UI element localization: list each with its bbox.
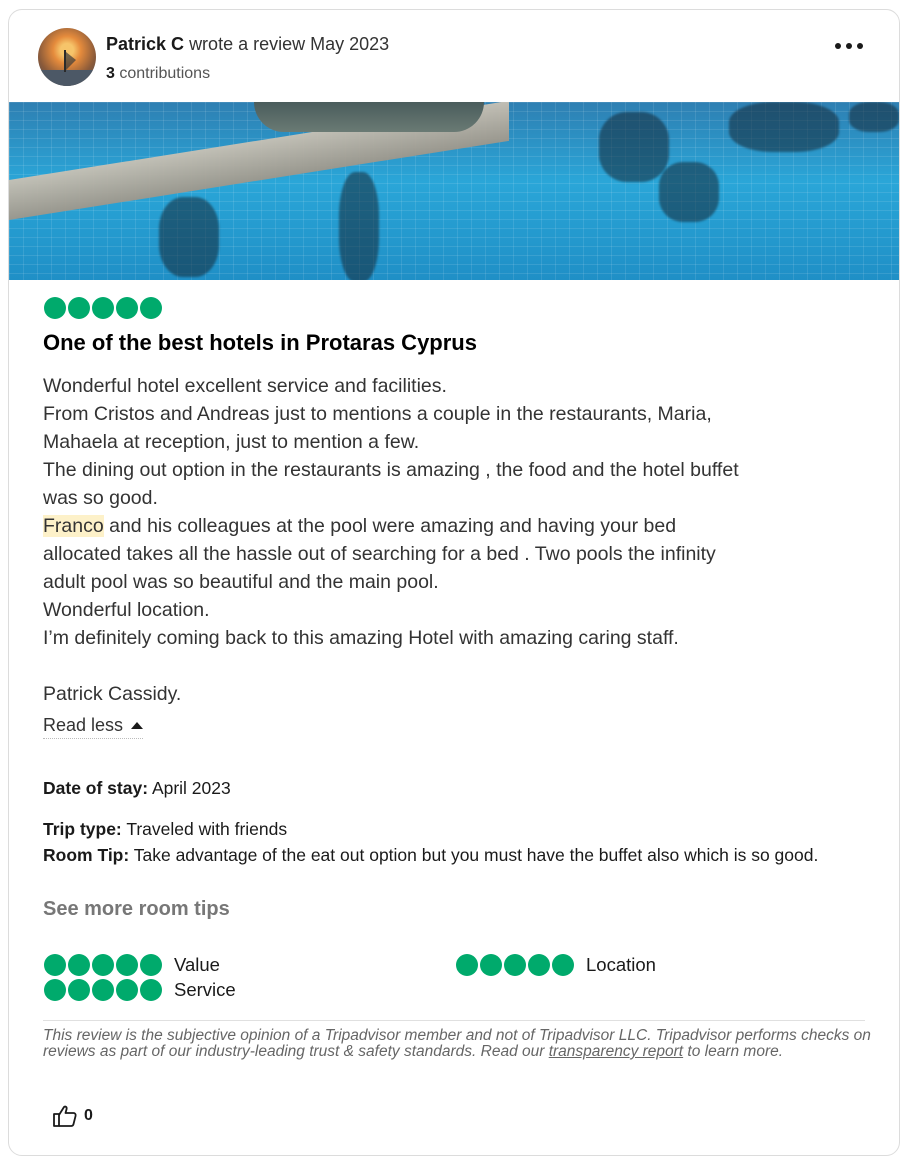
review-card: Patrick C wrote a review May 2023 3 cont… [8,9,900,1156]
review-body: Wonderful hotel excellent service and fa… [43,372,883,708]
sub-rating-value: Value [44,954,220,976]
read-less-label: Read less [43,715,124,735]
trip-label: Trip type: [43,819,122,839]
rating-bubble [68,297,90,319]
review-photo[interactable] [9,102,899,280]
rating-bubble [140,954,162,976]
rating-bubble [116,954,138,976]
palm-shadow [159,197,219,277]
helpful-count: 0 [84,1107,93,1124]
review-signature: Patrick Cassidy. [43,683,182,705]
more-dot [846,43,852,49]
trip-value: Traveled with friends [126,819,288,839]
rating-bubble [92,979,114,1001]
date-label: Date of stay: [43,778,149,798]
rating-bubble [140,979,162,1001]
author-name[interactable]: Patrick C [106,34,184,54]
sub-rating-label: Value [174,954,220,975]
palm-shadow [659,162,719,222]
disclaimer-suffix: to learn more. [683,1043,784,1060]
rating-bubble [44,979,66,1001]
sub-rating-service: Service [44,979,236,1001]
more-dot [835,43,841,49]
rating-bubble [68,954,90,976]
review-line: From Cristos and Andreas just to mention… [43,403,712,425]
rating-bubble [44,954,66,976]
read-less-button[interactable]: Read less [43,715,144,739]
room-tip: Room Tip: Take advantage of the eat out … [43,845,873,865]
pool-island [254,102,484,132]
palm-shadow [599,112,669,182]
transparency-report-link[interactable]: transparency report [549,1043,683,1060]
review-line: was so good. [43,487,158,509]
rating-bubble [44,297,66,319]
date-value: April 2023 [151,778,231,798]
rating-bubble [552,954,574,976]
sub-rating-label: Location [586,954,656,975]
trip-type: Trip type: Traveled with friends [43,819,287,840]
contributions-label: contributions [119,65,211,82]
highlighted-mention: Franco [43,515,104,537]
review-action: wrote a review May 2023 [189,34,390,54]
caret-up-icon [131,722,144,729]
rating-bubble [92,954,114,976]
review-line: Franco and his colleagues at the pool we… [43,512,883,540]
rating-bubble [116,297,138,319]
sub-rating-label: Service [174,979,236,1000]
see-more-room-tips-button[interactable]: See more room tips [43,898,230,921]
helpful-vote-button[interactable]: 0 [52,1104,93,1128]
palm-shadow [339,172,379,280]
avatar[interactable] [38,28,96,86]
sub-rating-bubbles [44,954,162,976]
more-options-icon[interactable] [835,43,863,53]
contributions: 3 contributions [106,65,210,83]
review-line: allocated takes all the hassle out of se… [43,543,716,565]
avatar-sail [66,52,76,70]
review-line: adult pool was so beautiful and the main… [43,571,439,593]
review-line-rest: and his colleagues at the pool were amaz… [103,515,677,537]
overall-rating [44,297,162,319]
avatar-sea [38,70,96,86]
rating-bubble [528,954,550,976]
review-line: Wonderful hotel excellent service and fa… [43,375,447,397]
review-line: The dining out option in the restaurants… [43,459,739,481]
rating-bubble [504,954,526,976]
date-of-stay: Date of stay: April 2023 [43,778,231,799]
rating-bubble [140,297,162,319]
sub-rating-location: Location [456,954,656,976]
sub-rating-bubbles [44,979,162,1001]
review-disclaimer: This review is the subjective opinion of… [43,1028,873,1060]
palm-shadow [729,102,839,152]
thumbs-up-icon [53,1105,77,1127]
review-title: One of the best hotels in Protaras Cypru… [43,330,477,355]
tip-label: Room Tip: [43,845,130,865]
rating-bubble [68,979,90,1001]
rating-bubble [92,297,114,319]
palm-shadow [849,102,899,132]
contributions-count: 3 [106,65,115,82]
review-line: Mahaela at reception, just to mention a … [43,431,420,453]
tip-value: Take advantage of the eat out option but… [133,845,819,865]
divider [43,1020,865,1021]
rating-bubble [456,954,478,976]
author-line: Patrick C wrote a review May 2023 [106,34,389,55]
rating-bubble [480,954,502,976]
review-line: I’m definitely coming back to this amazi… [43,627,679,649]
rating-bubble [116,979,138,1001]
more-dot [857,43,863,49]
sub-rating-bubbles [456,954,574,976]
review-header: Patrick C wrote a review May 2023 3 cont… [9,10,899,102]
review-line: Wonderful location. [43,599,210,621]
